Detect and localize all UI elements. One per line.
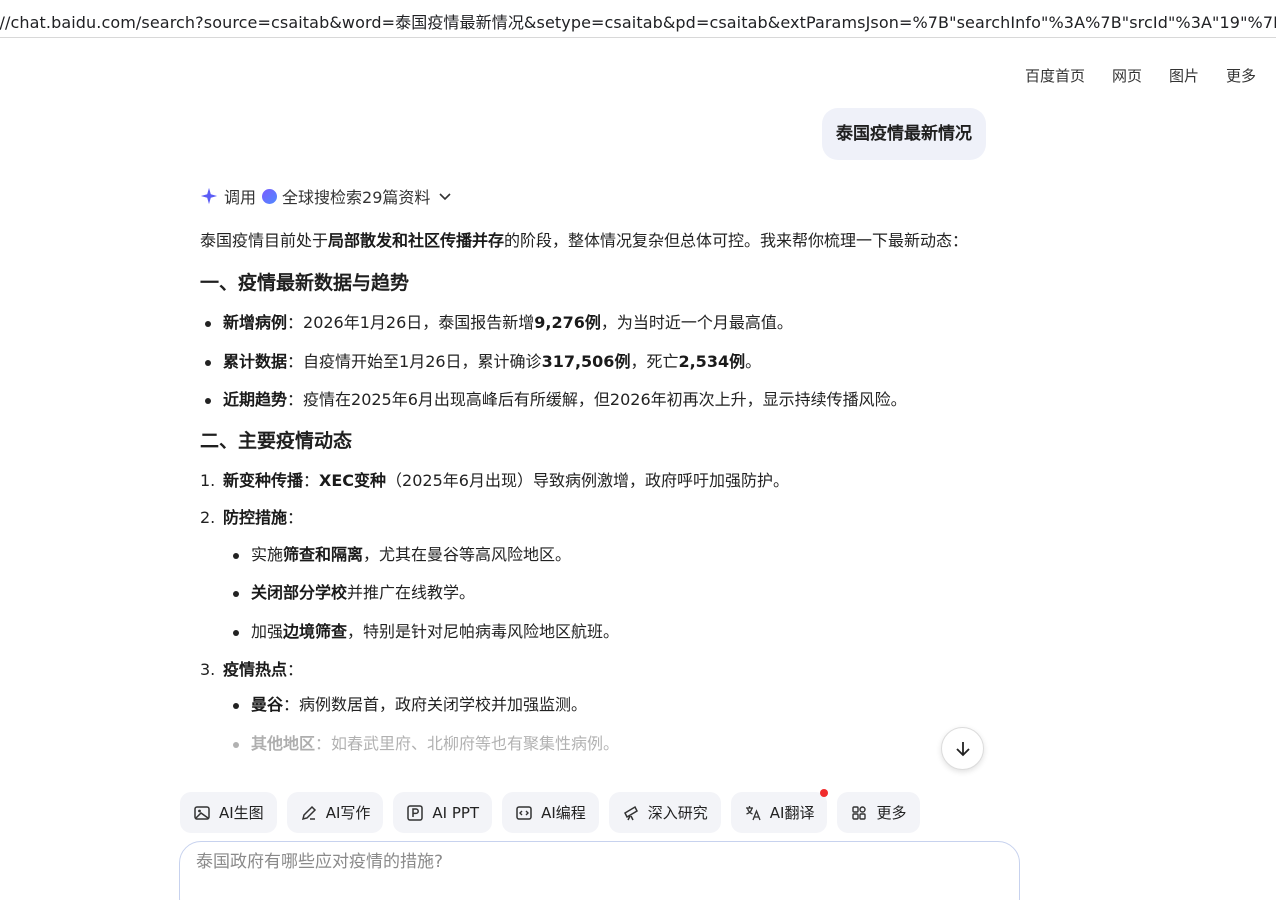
chip-ai-image[interactable]: AI生图 xyxy=(180,792,277,833)
chip-deep-research[interactable]: 深入研究 xyxy=(608,792,721,833)
section-heading-1: 一、疫情最新数据与趋势 xyxy=(200,272,410,294)
list-item: 近期趋势：疫情在2025年6月出现高峰后有所缓解，但2026年初再次上升，显示持… xyxy=(200,384,990,423)
chip-ai-coding[interactable]: AI编程 xyxy=(502,792,599,833)
user-message-bubble: 泰国疫情最新情况 xyxy=(822,108,986,160)
tool-call-prefix: 调用 xyxy=(224,188,257,207)
grid-icon xyxy=(852,805,867,820)
presentation-icon xyxy=(407,804,424,821)
feature-chips: AI生图 AI写作 AI PPT AI编程 深入研究 AI翻译 更多 xyxy=(180,789,920,833)
nav-baidu-home[interactable]: 百度首页 xyxy=(1025,65,1085,86)
global-search-icon xyxy=(262,188,278,204)
sub-list-item: 加强边境筛查，特别是针对尼帕病毒风险地区航班。 xyxy=(200,616,990,655)
chat-input[interactable] xyxy=(196,852,976,872)
pen-icon xyxy=(301,805,316,820)
chip-ai-writing[interactable]: AI写作 xyxy=(286,792,384,833)
chat-input-box[interactable] xyxy=(179,841,1020,900)
answer-content: 泰国疫情目前处于局部散发和社区传播并存的阶段，整体情况复杂但总体可控。我来帮你梳… xyxy=(200,225,990,785)
arrow-down-icon xyxy=(955,741,970,756)
telescope-icon xyxy=(623,805,638,820)
scroll-to-bottom-button[interactable] xyxy=(941,727,984,770)
chevron-down-icon[interactable] xyxy=(438,189,452,203)
code-icon xyxy=(516,805,532,820)
numbered-item: 3. 疫情热点： xyxy=(200,660,304,679)
chip-ai-translate[interactable]: AI翻译 xyxy=(730,789,829,833)
chip-ai-ppt[interactable]: AI PPT xyxy=(393,792,493,833)
list-item: 累计数据：自疫情开始至1月26日，累计确诊317,506例，死亡2,534例。 xyxy=(200,346,990,385)
top-navigation: 百度首页 网页 图片 更多 xyxy=(1025,65,1256,86)
tool-call-label: 全球搜检索29篇资料 xyxy=(282,188,431,207)
list-item: 新增病例：2026年1月26日，泰国报告新增9,276例，为当时近一个月最高值。 xyxy=(200,307,990,346)
address-bar[interactable]: ://chat.baidu.com/search?source=csaitab&… xyxy=(0,0,1276,38)
sub-list-item: 实施筛查和隔离，尤其在曼谷等高风险地区。 xyxy=(200,539,990,578)
answer-intro: 泰国疫情目前处于局部散发和社区传播并存的阶段，整体情况复杂但总体可控。我来帮你梳… xyxy=(200,231,969,250)
sub-list-item: 其他地区：如春武里府、北柳府等也有聚集性病例。 xyxy=(200,728,990,767)
sparkle-icon xyxy=(200,187,218,205)
notification-dot xyxy=(820,789,829,797)
sub-list-item: 曼谷：病例数居首，政府关闭学校并加强监测。 xyxy=(200,689,990,728)
chip-more[interactable]: 更多 xyxy=(837,792,920,833)
sub-list-item: 关闭部分学校并推广在线教学。 xyxy=(200,577,990,616)
numbered-item: 2. 防控措施： xyxy=(200,507,304,527)
nav-web[interactable]: 网页 xyxy=(1112,65,1142,86)
numbered-item: 1. 新变种传播：XEC变种（2025年6月出现）导致病例激增，政府呼吁加强防护。 xyxy=(200,470,789,490)
translate-icon xyxy=(745,805,761,820)
image-icon xyxy=(194,805,210,820)
nav-images[interactable]: 图片 xyxy=(1169,65,1199,86)
section-heading-2: 二、主要疫情动态 xyxy=(200,429,353,452)
url-text[interactable]: ://chat.baidu.com/search?source=csaitab&… xyxy=(0,9,1276,33)
tool-call-toggle[interactable]: 调用 全球搜检索29篇资料 xyxy=(200,184,452,208)
nav-more[interactable]: 更多 xyxy=(1226,65,1256,86)
